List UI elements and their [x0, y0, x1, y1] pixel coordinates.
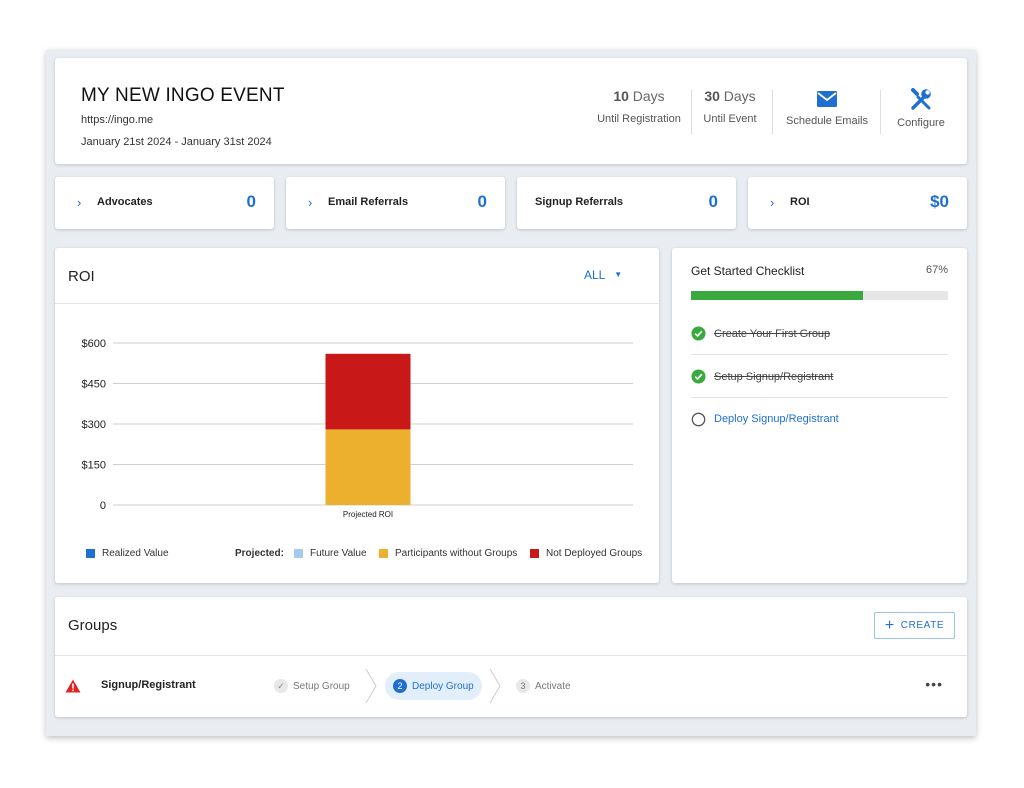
legend-label: Future Value: [310, 548, 367, 559]
chevron-separator-icon: [489, 668, 501, 704]
legend-label: Realized Value: [102, 548, 169, 559]
legend-swatch: [294, 549, 303, 558]
metric-card-email-referrals[interactable]: › Email Referrals 0: [286, 177, 505, 229]
metric-value: 0: [246, 192, 256, 211]
stat-value: 10: [613, 88, 629, 104]
chevron-right-icon: ›: [770, 195, 775, 210]
event-url[interactable]: https://ingo.me: [81, 114, 153, 126]
schedule-emails-button[interactable]: Schedule Emails: [779, 90, 875, 127]
metric-value: $0: [930, 192, 949, 211]
legend-not-deployed: Not Deployed Groups: [530, 548, 642, 559]
y-tick-label: $450: [82, 379, 106, 391]
legend-swatch: [86, 549, 95, 558]
legend-label: Projected:: [235, 548, 284, 559]
check-circle-icon: [691, 326, 706, 341]
roi-chart: 0 $150 $300 $450 $600 Projected ROI: [82, 338, 633, 519]
chevron-separator-icon: [365, 668, 377, 704]
stat-until-registration: 10 Days Until Registration: [589, 88, 689, 125]
stat-label: Until Event: [703, 113, 757, 125]
checklist-title: Get Started Checklist: [691, 264, 805, 278]
schedule-emails-label: Schedule Emails: [786, 115, 868, 127]
checklist-item-label: Create Your First Group: [714, 327, 831, 340]
event-title: MY NEW INGO EVENT: [81, 85, 285, 106]
legend-label: Not Deployed Groups: [546, 548, 643, 559]
legend-future: Future Value: [294, 548, 367, 559]
step-number: 3: [516, 679, 530, 693]
groups-title: Groups: [68, 617, 118, 634]
divider: [691, 90, 692, 134]
legend-realized: Realized Value: [86, 548, 169, 559]
metric-label: Advocates: [97, 196, 153, 208]
step-label: Setup Group: [293, 680, 350, 692]
y-tick-label: $300: [82, 419, 106, 431]
divider: [772, 90, 773, 134]
checklist-item-label: Setup Signup/Registrant: [714, 370, 834, 383]
empty-circle-icon: [691, 412, 706, 426]
chevron-right-icon: ›: [308, 195, 313, 210]
step-number: 2: [393, 679, 407, 693]
legend-participants: Participants without Groups: [379, 548, 517, 559]
plus-icon: +: [884, 616, 895, 634]
metric-card-roi[interactable]: › ROI $0: [748, 177, 967, 229]
configure-label: Configure: [897, 117, 945, 129]
metric-value: 0: [708, 192, 718, 211]
metric-label: ROI: [790, 196, 810, 208]
checklist-percent: 67%: [925, 264, 948, 276]
progress-fill: [691, 291, 864, 300]
envelope-icon: [817, 91, 837, 107]
wrench-screwdriver-icon: [911, 88, 931, 110]
y-tick-label: $150: [82, 460, 106, 472]
legend-label: Participants without Groups: [395, 548, 518, 559]
chevron-right-icon: ›: [77, 195, 82, 210]
step-label: Activate: [535, 680, 571, 692]
checklist-item-setup-signup[interactable]: Setup Signup/Registrant: [691, 356, 948, 398]
create-group-button[interactable]: + CREATE: [874, 612, 955, 639]
metric-label: Email Referrals: [328, 196, 409, 208]
step-deploy-group[interactable]: 2 Deploy Group: [385, 672, 482, 700]
checklist-item-label: Deploy Signup/Registrant: [714, 413, 839, 425]
configure-button[interactable]: Configure: [889, 88, 953, 129]
stat-unit: Days: [723, 88, 756, 104]
y-tick-label: 0: [100, 500, 106, 512]
dashboard-frame: MY NEW INGO EVENT https://ingo.me Januar…: [46, 50, 976, 736]
metric-card-advocates[interactable]: › Advocates 0: [55, 177, 274, 229]
bar-segment-participants-without-groups[interactable]: [325, 429, 411, 505]
stat-until-event: 30 Days Until Event: [695, 88, 765, 125]
y-tick-label: $600: [82, 338, 106, 350]
legend-swatch: [379, 549, 388, 558]
event-dates: January 21st 2024 - January 31st 2024: [81, 136, 272, 148]
group-name[interactable]: Signup/Registrant: [101, 679, 196, 691]
step-label: Deploy Group: [412, 680, 474, 692]
x-category-label: Projected ROI: [343, 510, 393, 519]
checklist-item-create-group[interactable]: Create Your First Group: [691, 313, 948, 355]
roi-card: ROI ALL ▼ 0 $150 $300 $450 $600 Projected ROI…: [55, 248, 659, 583]
stat-value: 30: [704, 88, 720, 104]
metric-label: Signup Referrals: [535, 196, 624, 208]
more-options-icon[interactable]: •••: [925, 676, 943, 692]
checklist-item-deploy-signup[interactable]: Deploy Signup/Registrant: [691, 398, 948, 440]
legend-swatch: [530, 549, 539, 558]
bar-segment-not-deployed-groups[interactable]: [325, 353, 411, 430]
step-activate[interactable]: 3 Activate: [516, 672, 571, 700]
checklist-progress-bar: [691, 291, 948, 300]
warning-icon: [65, 679, 81, 693]
check-icon: ✓: [274, 679, 288, 693]
metric-value: 0: [477, 192, 487, 211]
stat-label: Until Registration: [597, 113, 681, 125]
step-setup-group[interactable]: ✓ Setup Group: [274, 672, 350, 700]
check-circle-icon: [691, 369, 706, 384]
event-header: MY NEW INGO EVENT https://ingo.me Januar…: [55, 58, 967, 164]
create-label: CREATE: [900, 620, 945, 631]
groups-card: Groups + CREATE Signup/Registrant ✓ Setu…: [55, 597, 967, 717]
legend-projected-label: Projected:: [235, 548, 284, 559]
metric-card-signup-referrals: Signup Referrals 0: [517, 177, 736, 229]
divider: [880, 90, 881, 134]
group-row[interactable]: Signup/Registrant ✓ Setup Group 2 Deploy…: [55, 655, 967, 717]
get-started-checklist: Get Started Checklist 67% Create Your Fi…: [672, 248, 967, 583]
stat-unit: Days: [632, 88, 665, 104]
